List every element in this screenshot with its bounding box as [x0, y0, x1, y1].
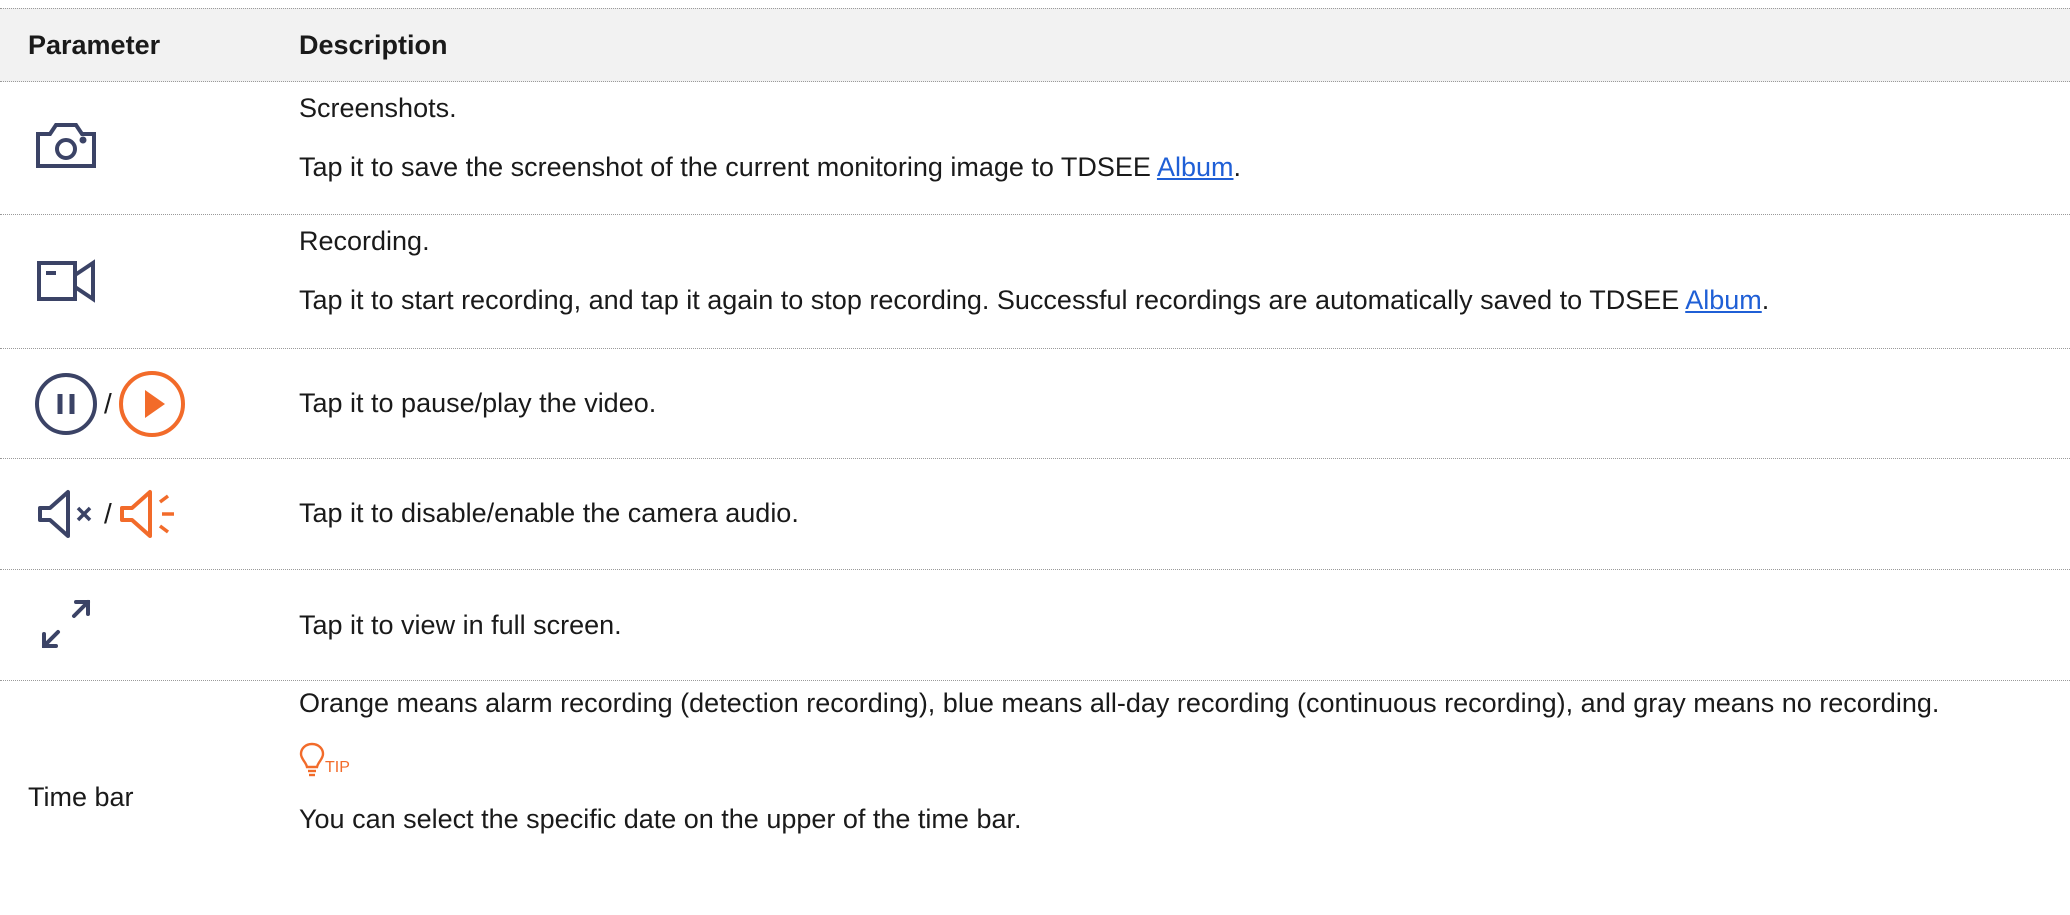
- pause-icon: [35, 373, 97, 435]
- table-row: Screenshots. Tap it to save the screensh…: [0, 82, 2070, 215]
- table-row: / Tap it to disable/enable the camera au…: [0, 459, 2070, 570]
- play-icon: [118, 371, 185, 437]
- tip-label: TIP: [325, 759, 350, 776]
- slash-separator: /: [104, 388, 112, 419]
- album-link[interactable]: Album: [1685, 285, 1762, 315]
- table-row: Tap it to view in full screen.: [0, 570, 2070, 681]
- lightbulb-icon: [299, 742, 325, 777]
- camera-icon: [34, 120, 98, 170]
- row-description: Tap it to save the screenshot of the cur…: [299, 152, 1241, 182]
- pause-play-icons: /: [34, 370, 186, 438]
- table-row: Recording. Tap it to start recording, an…: [0, 215, 2070, 349]
- row-description: Tap it to view in full screen.: [299, 610, 622, 640]
- tip-text: You can select the specific date on the …: [299, 804, 1022, 834]
- speaker-muted-icon: [38, 490, 92, 538]
- table-row: / Tap it to pause/play the video.: [0, 349, 2070, 459]
- row-description: Tap it to start recording, and tap it ag…: [299, 285, 1770, 315]
- audio-icons: /: [36, 486, 180, 542]
- table-header: Parameter Description: [0, 8, 2070, 82]
- row-description: Tap it to disable/enable the camera audi…: [299, 498, 799, 528]
- header-description: Description: [299, 30, 448, 60]
- fullscreen-icon: [38, 596, 94, 652]
- header-parameter: Parameter: [28, 30, 161, 60]
- param-time-bar: Time bar: [28, 782, 134, 812]
- slash-separator: /: [104, 498, 112, 529]
- row-description: Orange means alarm recording (detection …: [299, 688, 1940, 718]
- speaker-on-icon: [119, 490, 174, 538]
- row-title: Recording.: [299, 226, 430, 256]
- table-row: Time bar Orange means alarm recording (d…: [0, 681, 2070, 915]
- tip-callout: TIP: [299, 741, 2059, 777]
- album-link[interactable]: Album: [1157, 152, 1234, 182]
- video-camera-icon: [36, 259, 96, 303]
- row-description: Tap it to pause/play the video.: [299, 388, 657, 418]
- row-title: Screenshots.: [299, 93, 457, 123]
- parameter-table: Parameter Description Screenshots. Tap i…: [0, 8, 2070, 915]
